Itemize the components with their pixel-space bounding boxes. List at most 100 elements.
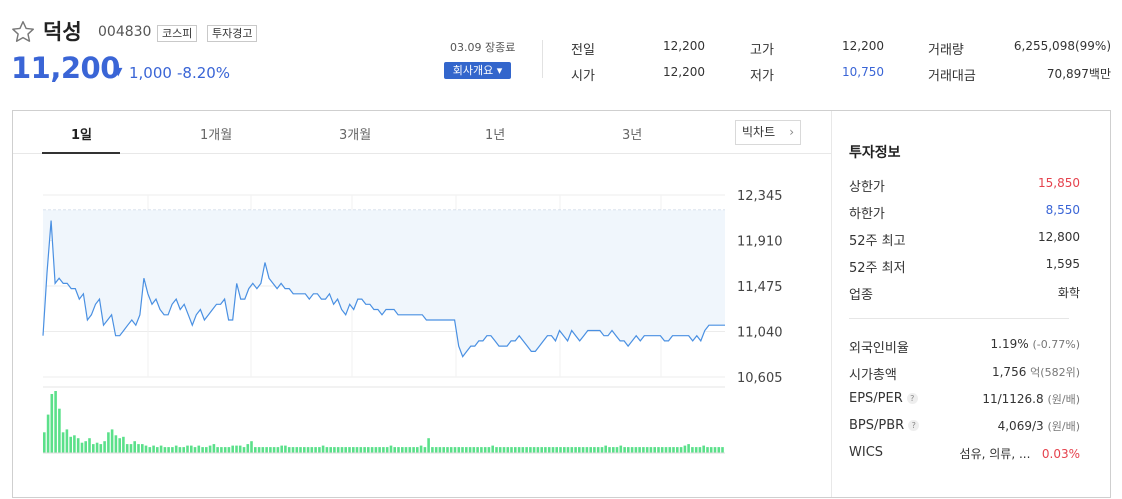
volume-bar bbox=[627, 447, 630, 453]
volume-bar bbox=[99, 444, 103, 453]
eps-per-text: EPS/PER bbox=[849, 391, 903, 406]
volume-bar bbox=[370, 447, 374, 453]
volume-bar bbox=[706, 447, 709, 453]
volume-bar bbox=[449, 447, 453, 453]
tab-3-months[interactable]: 3개월 bbox=[339, 124, 371, 143]
sector-label: 업종 bbox=[849, 288, 873, 303]
volume-bar bbox=[608, 447, 611, 453]
volume-bar bbox=[536, 447, 540, 453]
volume-bar bbox=[585, 447, 589, 453]
volume-bar bbox=[487, 447, 491, 453]
volume-bar bbox=[698, 447, 702, 453]
volume-bar bbox=[261, 447, 265, 453]
volume-bar bbox=[683, 445, 687, 453]
lower-limit-label: 하한가 bbox=[849, 207, 885, 222]
tab-1-month[interactable]: 1개월 bbox=[200, 124, 232, 143]
change-amount: 1,000 bbox=[129, 64, 172, 82]
company-overview-button[interactable]: 회사개요 ▾ bbox=[444, 62, 511, 79]
volume-bar bbox=[472, 447, 476, 453]
big-chart-button[interactable]: 빅차트 › bbox=[735, 120, 801, 145]
stock-header: 덕성 004830 코스피 투자경고 11,200 ▼ 1,000 -8.20%… bbox=[0, 0, 1122, 100]
volume-bar bbox=[114, 435, 118, 453]
volume-bar bbox=[612, 447, 615, 453]
volume-bar bbox=[269, 447, 272, 453]
volume-bar bbox=[352, 447, 355, 453]
wics-value[interactable]: 섬유, 의류, ... 0.03% bbox=[960, 445, 1080, 462]
volume-bar bbox=[491, 445, 494, 453]
volume-bar bbox=[525, 447, 528, 453]
big-chart-label: 빅차트 bbox=[742, 125, 776, 139]
volume-bar bbox=[615, 447, 619, 453]
volume-bar bbox=[148, 447, 152, 453]
volume-bar bbox=[389, 445, 393, 453]
volume-bar bbox=[563, 447, 566, 453]
y-tick-label: 10,605 bbox=[737, 371, 783, 386]
favorite-star-icon[interactable] bbox=[10, 19, 36, 45]
volume-bar bbox=[152, 445, 155, 453]
volume-bar bbox=[276, 447, 280, 453]
volume-bar bbox=[412, 447, 415, 453]
volume-bar bbox=[193, 447, 197, 453]
volume-bar bbox=[254, 447, 257, 453]
tab-1-year[interactable]: 1년 bbox=[485, 124, 505, 143]
high-label: 고가 bbox=[750, 43, 774, 58]
volume-bar bbox=[156, 447, 159, 453]
volume-bar bbox=[483, 447, 487, 453]
eps-per-label: EPS/PER? bbox=[849, 391, 918, 406]
volume-bar bbox=[227, 447, 231, 453]
volume-bar bbox=[43, 432, 46, 453]
high-value: 12,200 bbox=[842, 39, 884, 53]
prev-close-value: 12,200 bbox=[663, 39, 705, 53]
volume-bar bbox=[291, 447, 295, 453]
volume-bar bbox=[397, 447, 400, 453]
volume-bar bbox=[220, 447, 223, 453]
bps-pbr-label: BPS/PBR? bbox=[849, 418, 920, 433]
eps-per-unit: (원/배) bbox=[1047, 393, 1080, 406]
volume-bar bbox=[468, 447, 472, 453]
volume-bar bbox=[272, 447, 276, 453]
volume-bar bbox=[374, 447, 378, 453]
market-status: 03.09 장종료 bbox=[450, 41, 516, 54]
volume-bar bbox=[382, 447, 385, 453]
tab-1-day[interactable]: 1일 bbox=[71, 124, 92, 143]
volume-bar bbox=[129, 444, 133, 453]
volume-bar bbox=[76, 438, 80, 453]
eps-per-value: 11/1126.8 (원/배) bbox=[982, 391, 1080, 407]
volume-bar bbox=[442, 447, 445, 453]
foreign-ratio: 1.19% bbox=[990, 337, 1029, 351]
low-label: 저가 bbox=[750, 69, 774, 84]
volume-bar bbox=[216, 447, 219, 453]
volume-bar bbox=[118, 438, 121, 453]
volume-bar bbox=[385, 447, 389, 453]
foreign-ratio-label: 외국인비율 bbox=[849, 341, 909, 356]
volume-bar bbox=[702, 445, 705, 453]
sector-value[interactable]: 화학 bbox=[1058, 284, 1080, 301]
volume-bar bbox=[58, 408, 61, 453]
volume-bar bbox=[540, 447, 543, 453]
volume-bar bbox=[593, 447, 596, 453]
volume-bar bbox=[235, 445, 238, 453]
help-icon[interactable]: ? bbox=[906, 393, 918, 404]
volume-bar bbox=[318, 447, 321, 453]
price-chart[interactable]: 12,34511,91011,47511,04010,6051011121314… bbox=[13, 155, 831, 455]
investment-info-title: 투자정보 bbox=[849, 145, 901, 161]
volume-bar bbox=[265, 447, 268, 453]
bps-pbr-value: 4,069/3 (원/배) bbox=[998, 418, 1080, 434]
volume-bar bbox=[163, 447, 167, 453]
volume-bar bbox=[713, 447, 717, 453]
volume-bar bbox=[514, 447, 517, 453]
volume-bar bbox=[709, 447, 713, 453]
tab-3-years[interactable]: 3년 bbox=[622, 124, 642, 143]
volume-bar bbox=[242, 447, 246, 453]
volume-bar bbox=[61, 432, 65, 453]
volume-bar bbox=[604, 445, 607, 453]
volume-bar bbox=[517, 447, 521, 453]
help-icon[interactable]: ? bbox=[908, 420, 920, 431]
volume-bar bbox=[676, 447, 679, 453]
volume-bar bbox=[672, 447, 675, 453]
volume-bar bbox=[453, 447, 457, 453]
market-badge: 코스피 bbox=[157, 25, 198, 42]
volume-bar bbox=[544, 447, 547, 453]
volume-bar bbox=[344, 447, 347, 453]
volume-bar bbox=[133, 441, 136, 453]
